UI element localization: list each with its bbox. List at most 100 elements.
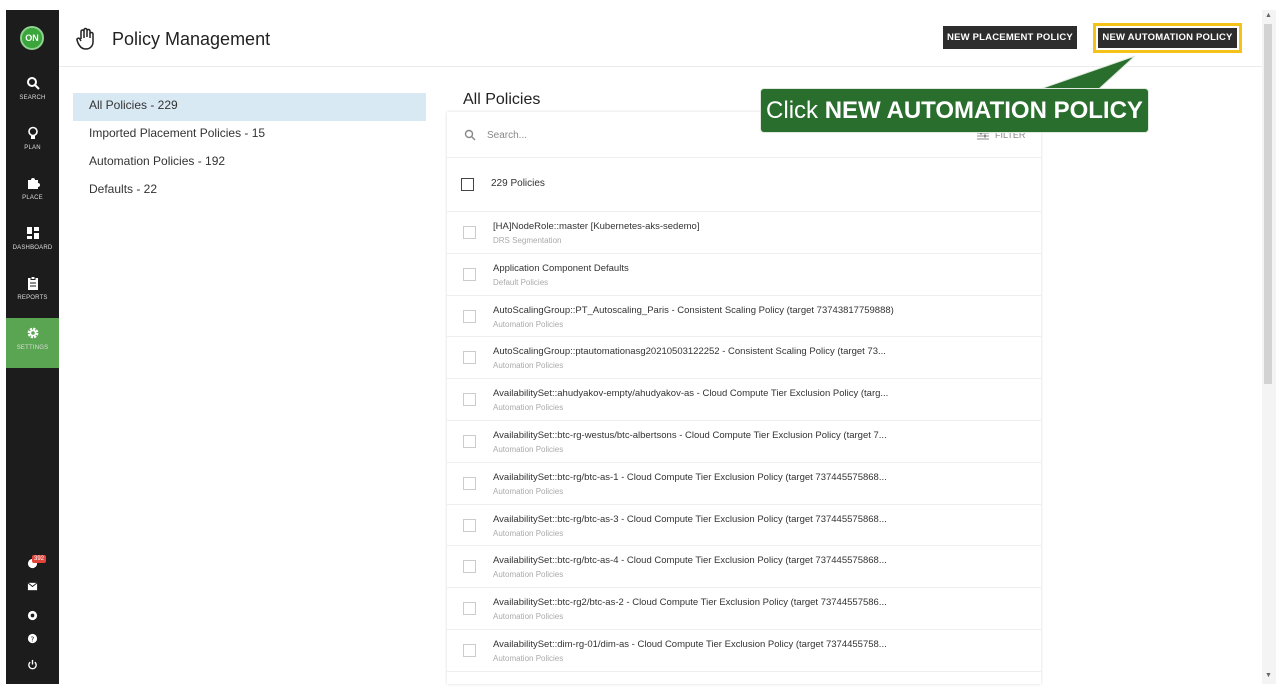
policy-name: AvailabilitySet::btc-rg/btc-as-1 - Cloud… [493, 471, 887, 483]
row-checkbox[interactable] [463, 560, 476, 574]
nav-item-settings[interactable]: SETTINGS [6, 318, 59, 368]
nav-item-label: SETTINGS [16, 345, 49, 351]
nav-item-search[interactable]: SEARCH [6, 68, 59, 118]
policy-name: Application Component Defaults [493, 262, 629, 274]
scrollbar-thumb[interactable] [1264, 24, 1272, 384]
nav-item-place[interactable]: PLACE [6, 168, 59, 218]
app-window: ON SEARCH PLAN PLACE DASHBOARD REPORTS S… [0, 0, 1282, 688]
page-scrollbar[interactable]: ▲ ▼ [1262, 10, 1276, 684]
scroll-up-icon[interactable]: ▲ [1265, 12, 1272, 19]
page-header: Policy Management NEW PLACEMENT POLICY N… [59, 10, 1262, 67]
new-placement-policy-button[interactable]: NEW PLACEMENT POLICY [943, 26, 1077, 49]
row-checkbox[interactable] [463, 267, 476, 281]
callout-prefix: Click [766, 97, 825, 124]
row-checkbox[interactable] [463, 518, 476, 532]
left-nav: ON SEARCH PLAN PLACE DASHBOARD REPORTS S… [6, 10, 59, 684]
scroll-down-icon[interactable]: ▼ [1265, 672, 1272, 679]
help-circle-button[interactable] [6, 608, 59, 626]
policy-name: AutoScalingGroup::ptautomationasg2021050… [493, 346, 886, 358]
search-icon [26, 77, 40, 90]
select-all-row: 229 Policies [447, 158, 1041, 212]
list-item[interactable]: AvailabilitySet::btc-rg/btc-as-3 - Cloud… [447, 505, 1041, 547]
list-item[interactable]: AutoScalingGroup::ptautomationasg2021050… [447, 337, 1041, 380]
list-item[interactable]: AutoScalingGroup::PT_Autoscaling_Paris -… [447, 296, 1041, 338]
policy-name: AvailabilitySet::btc-rg2/btc-as-2 - Clou… [493, 597, 887, 609]
row-checkbox[interactable] [463, 643, 476, 657]
hand-icon [76, 27, 94, 50]
row-checkbox[interactable] [463, 309, 476, 323]
dashboard-icon [26, 227, 39, 239]
row-checkbox[interactable] [463, 434, 476, 448]
puzzle-icon [27, 178, 40, 189]
policy-type: Automation Policies [493, 444, 564, 454]
select-all-checkbox[interactable] [461, 178, 474, 191]
svg-text:?: ? [31, 634, 35, 643]
policy-category-list: All Policies - 229 Imported Placement Po… [73, 93, 426, 205]
instruction-callout: Click NEW AUTOMATION POLICY [760, 88, 1149, 133]
policy-type: Automation Policies [493, 403, 564, 413]
lightbulb-icon [27, 126, 38, 139]
page-title: Policy Management [112, 29, 271, 49]
logo[interactable]: ON [20, 26, 44, 50]
list-item[interactable]: AvailabilitySet::btc-rg2/btc-as-2 - Clou… [447, 588, 1041, 630]
policy-type: Automation Policies [493, 319, 564, 329]
policy-rows: [HA]NodeRole::master [Kubernetes-aks-sed… [447, 212, 1041, 672]
policy-list-panel: FILTER 229 Policies [HA]NodeRole::master… [447, 112, 1041, 684]
clipboard-icon [27, 276, 38, 290]
callout-emphasis: NEW AUTOMATION POLICY [824, 97, 1143, 124]
policy-type: Automation Policies [493, 361, 564, 371]
nav-item-plan[interactable]: PLAN [6, 118, 59, 168]
list-item[interactable]: AvailabilitySet::btc-rg-westus/btc-alber… [447, 421, 1041, 463]
policy-type: Automation Policies [493, 653, 564, 663]
filter-defaults[interactable]: Defaults - 22 [73, 177, 426, 205]
nav-item-reports[interactable]: REPORTS [6, 268, 59, 318]
policy-type: Automation Policies [493, 612, 564, 622]
list-item[interactable]: Application Component Defaults Default Po… [447, 254, 1041, 296]
nav-item-label: PLAN [24, 145, 41, 151]
policy-name: AvailabilitySet::ahudyakov-empty/ahudyak… [493, 388, 889, 400]
policy-name: AutoScalingGroup::PT_Autoscaling_Paris -… [493, 304, 894, 316]
list-item[interactable]: AvailabilitySet::dim-rg-01/dim-as - Clou… [447, 630, 1041, 672]
notification-badge: 392 [32, 555, 47, 563]
question-icon: ? [27, 633, 38, 643]
section-title: All Policies [463, 91, 541, 108]
row-checkbox[interactable] [463, 602, 476, 616]
power-icon [28, 659, 37, 670]
nav-item-dashboard[interactable]: DASHBOARD [6, 218, 59, 268]
mail-button[interactable] [6, 579, 59, 597]
policy-name: [HA]NodeRole::master [Kubernetes-aks-sed… [493, 221, 700, 232]
new-automation-policy-button[interactable]: NEW AUTOMATION POLICY [1098, 28, 1237, 48]
policy-type: Default Policies [493, 277, 549, 287]
mail-icon [27, 582, 38, 591]
question-button[interactable]: ? [6, 631, 59, 649]
automation-button-highlight: NEW AUTOMATION POLICY [1093, 23, 1242, 53]
filter-automation-policies[interactable]: Automation Policies - 192 [73, 149, 426, 177]
nav-item-label: DASHBOARD [12, 245, 53, 251]
nav-item-label: PLACE [22, 195, 43, 201]
notifications[interactable]: 392 [6, 555, 59, 574]
row-checkbox[interactable] [463, 226, 476, 239]
filter-all-policies[interactable]: All Policies - 229 [73, 93, 426, 121]
search-icon [464, 129, 476, 141]
policy-name: AvailabilitySet::dim-rg-01/dim-as - Clou… [493, 638, 887, 650]
policy-name: AvailabilitySet::btc-rg/btc-as-4 - Cloud… [493, 555, 887, 567]
policy-type: Automation Policies [493, 528, 564, 538]
policy-type: DRS Segmentation [493, 236, 562, 245]
gear-icon [27, 327, 38, 339]
nav-item-label: REPORTS [17, 295, 48, 301]
nav-item-label: SEARCH [19, 95, 46, 101]
list-item[interactable]: AvailabilitySet::btc-rg/btc-as-1 - Cloud… [447, 463, 1041, 505]
list-item[interactable]: [HA]NodeRole::master [Kubernetes-aks-sed… [447, 212, 1041, 254]
policy-count: 229 Policies [491, 178, 545, 189]
policy-type: Automation Policies [493, 570, 564, 580]
list-item[interactable]: AvailabilitySet::btc-rg/btc-as-4 - Cloud… [447, 546, 1041, 589]
row-checkbox[interactable] [463, 351, 476, 365]
row-checkbox[interactable] [463, 476, 476, 490]
filter-imported-placement-policies[interactable]: Imported Placement Policies - 15 [73, 121, 426, 149]
policy-name: AvailabilitySet::btc-rg/btc-as-3 - Cloud… [493, 513, 887, 525]
power-button[interactable] [6, 657, 59, 675]
help-circle-icon [27, 610, 38, 621]
list-item[interactable]: AvailabilitySet::ahudyakov-empty/ahudyak… [447, 379, 1041, 421]
row-checkbox[interactable] [463, 393, 476, 407]
policy-name: AvailabilitySet::btc-rg-westus/btc-alber… [493, 429, 887, 441]
